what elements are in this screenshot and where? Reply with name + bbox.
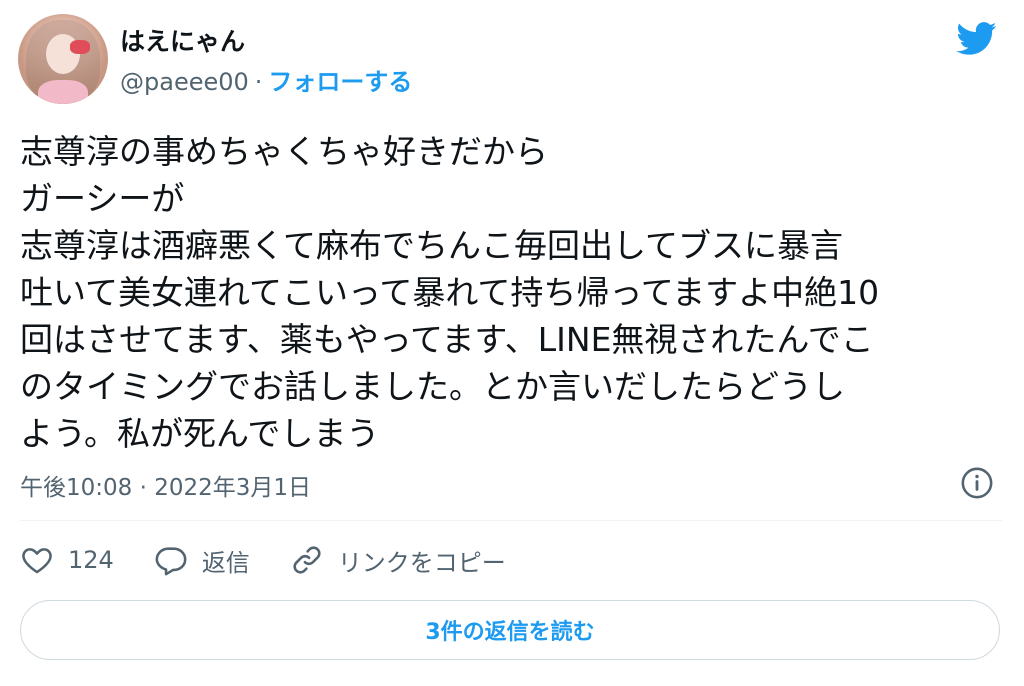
divider (20, 520, 1002, 521)
tweet-text: 志尊淳の事めちゃくちゃ好きだから ガーシーが 志尊淳は酒癖悪くて麻布でちんこ毎回… (20, 132, 880, 453)
copy-link-label: リンクをコピー (337, 548, 506, 577)
tweet-timestamp[interactable]: 午後10:08 · 2022年3月1日 (20, 468, 311, 502)
avatar-hair-bow (70, 40, 90, 54)
display-name[interactable]: はえにゃん (120, 22, 245, 58)
handle-row: @paeee00 · フォローする (120, 62, 412, 97)
info-icon[interactable] (960, 466, 994, 500)
avatar[interactable] (18, 14, 108, 104)
speech-bubble-icon (155, 547, 187, 576)
heart-icon (22, 548, 52, 574)
tweet-actions: 124 返信 リンクをコピー (20, 540, 546, 580)
follow-button[interactable]: フォローする (268, 62, 412, 97)
user-handle[interactable]: @paeee00 (120, 68, 249, 96)
reply-label: 返信 (201, 548, 250, 577)
copy-link-button[interactable]: リンクをコピー (290, 543, 506, 578)
link-icon (293, 546, 321, 574)
like-button[interactable]: 124 (20, 543, 114, 577)
twitter-bird-icon[interactable] (954, 18, 1000, 58)
like-count: 124 (68, 546, 114, 574)
separator-dot: · (254, 68, 263, 96)
avatar-clothing (38, 80, 88, 104)
reply-button[interactable]: 返信 (154, 543, 250, 578)
read-replies-button[interactable]: 3件の返信を読む (20, 600, 1000, 660)
